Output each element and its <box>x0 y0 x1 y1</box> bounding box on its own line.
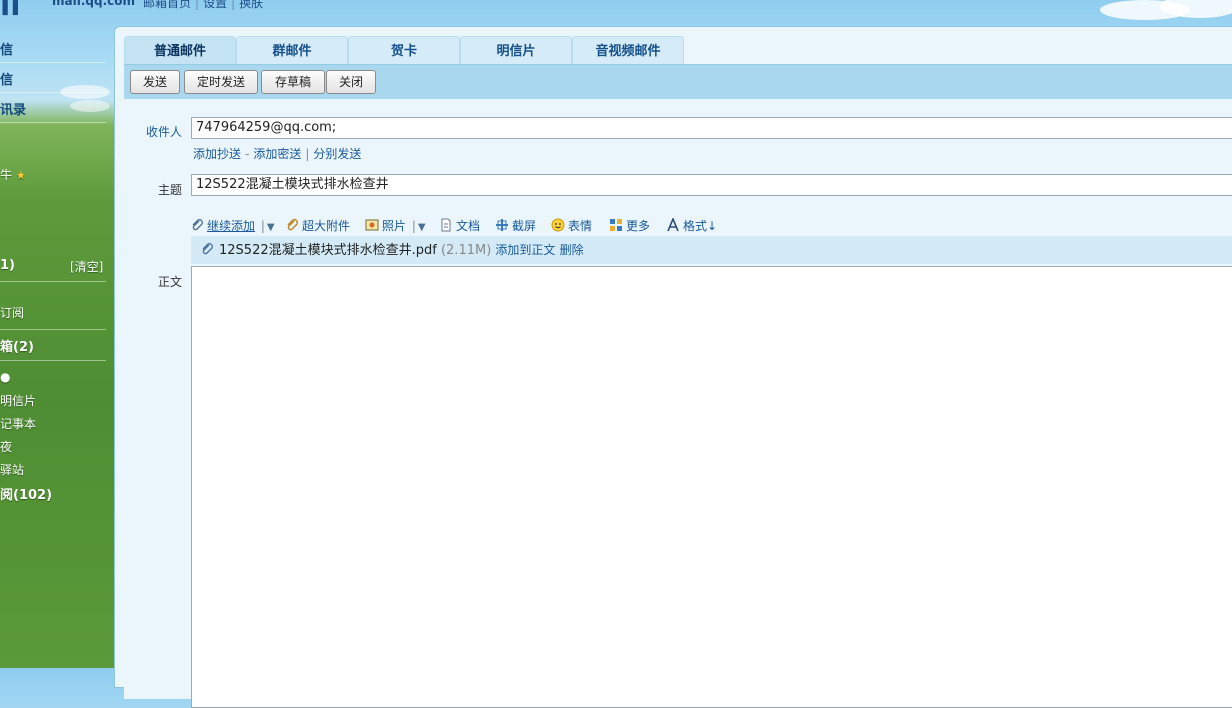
add-bcc-link[interactable]: 添加密送 <box>253 147 301 161</box>
app-logo[interactable]: il <box>0 0 21 23</box>
compose-toolbar: 发送 定时发送 存草稿 关闭 <box>124 64 1232 100</box>
document-button[interactable]: 文档 <box>439 217 480 234</box>
top-header: il mail.qq.com 邮箱首页 | 设置 | 换肤 <box>0 0 1232 24</box>
logo-url: mail.qq.com <box>52 0 135 8</box>
large-attach-button[interactable]: 超大附件 <box>285 217 350 234</box>
sidebar-item-night[interactable]: 夜 <box>0 438 12 455</box>
sidebar-item-starred[interactable]: 牛 ★ <box>0 166 26 183</box>
document-icon <box>439 218 453 232</box>
header-links: 邮箱首页 | 设置 | 换肤 <box>143 0 263 11</box>
compose-form: 收件人 747964259@qq.com; 添加抄送 - 添加密送 | 分别发送 主题 … <box>124 99 1232 708</box>
more-button[interactable]: 更多 <box>609 217 650 234</box>
to-input[interactable]: 747964259@qq.com; <box>191 117 1232 139</box>
sidebar-item-station[interactable]: 驿站 <box>0 461 24 478</box>
mailbox-home-link[interactable]: 邮箱首页 <box>143 0 191 10</box>
delete-attachment-link[interactable]: 删除 <box>560 243 584 257</box>
sidebar-app-dot: ● <box>0 370 11 384</box>
settings-link[interactable]: 设置 <box>203 0 227 10</box>
format-button[interactable]: 格式↓ <box>666 216 718 234</box>
subject-label: 主题 <box>157 183 182 197</box>
body-editor[interactable] <box>191 266 1232 708</box>
tab-group-mail[interactable]: 群邮件 <box>236 36 348 64</box>
chevron-down-icon[interactable]: ▼ <box>267 222 275 233</box>
photo-label: 照片 <box>382 219 407 233</box>
tab-postcard[interactable]: 明信片 <box>460 36 572 64</box>
photo-icon <box>365 218 379 232</box>
more-label: 更多 <box>626 219 651 233</box>
sidebar-item-folder2[interactable]: 箱(2) <box>0 336 34 355</box>
compose-panel: 普通邮件 群邮件 贺卡 明信片 音视频邮件 发送 定时发送 存草稿 关闭 收件人… <box>114 26 1232 708</box>
paperclip-icon <box>200 239 214 255</box>
attachment-filename: 12S522混凝土模块式排水检查井.pdf <box>219 243 437 258</box>
sidebar-item-subscribe[interactable]: 订阅 <box>0 304 24 321</box>
attachment-size: (2.11M) <box>440 243 492 258</box>
sidebar-divider <box>0 122 106 123</box>
large-paperclip-icon <box>285 218 299 232</box>
subject-input[interactable]: 12S522混凝土模块式排水检查井 <box>191 174 1232 196</box>
starred-label: 牛 <box>0 168 13 182</box>
to-label: 收件人 <box>145 125 182 139</box>
font-format-icon <box>666 216 680 232</box>
left-sidebar: 信 信 讯录 牛 ★ 1) [清空] 订阅 箱(2) ● 明信片 记事本 夜 驿… <box>0 30 110 668</box>
sidebar-item-inbox[interactable]: 信 <box>0 69 13 88</box>
sidebar-divider <box>0 360 106 361</box>
sidebar-item-contacts[interactable]: 讯录 <box>0 99 26 118</box>
recipient-links: 添加抄送 - 添加密送 | 分别发送 <box>193 147 362 161</box>
star-icon: ★ <box>15 169 26 182</box>
screenshot-label: 截屏 <box>512 219 537 233</box>
attached-file-row: 12S522混凝土模块式排水检查井.pdf (2.11M) 添加到正文 删除 <box>191 236 1232 264</box>
tab-normal-mail[interactable]: 普通邮件 <box>124 36 236 64</box>
large-attach-label: 超大附件 <box>302 219 351 233</box>
document-label: 文档 <box>456 219 481 233</box>
continue-add-button[interactable]: 继续添加 | ▼ <box>190 217 275 234</box>
schedule-send-button[interactable]: 定时发送 <box>184 70 258 94</box>
sidebar-item-write[interactable]: 信 <box>0 39 13 58</box>
chevron-down-icon[interactable]: ▼ <box>418 222 426 233</box>
save-draft-button[interactable]: 存草稿 <box>261 70 325 94</box>
screenshot-icon <box>495 218 509 232</box>
add-cc-link[interactable]: 添加抄送 <box>193 147 241 161</box>
emoji-label: 表情 <box>568 219 593 233</box>
sidebar-item-postcard[interactable]: 明信片 <box>0 392 36 409</box>
smiley-icon <box>551 218 565 232</box>
format-label: 格式↓ <box>683 219 718 233</box>
sidebar-divider <box>0 329 106 330</box>
paperclip-icon <box>190 218 204 232</box>
emoji-button[interactable]: 表情 <box>551 217 592 234</box>
tab-av-mail[interactable]: 音视频邮件 <box>572 36 684 64</box>
grid-icon <box>609 218 623 232</box>
tab-greeting-card[interactable]: 贺卡 <box>348 36 460 64</box>
sidebar-item-folder3[interactable]: 阅(102) <box>0 484 52 503</box>
send-button[interactable]: 发送 <box>130 70 180 94</box>
screenshot-button[interactable]: 截屏 <box>495 217 536 234</box>
sidebar-item-notebook[interactable]: 记事本 <box>0 415 36 432</box>
sidebar-divider <box>0 92 106 93</box>
body-label: 正文 <box>157 275 182 289</box>
continue-add-label: 继续添加 <box>207 219 256 233</box>
add-to-body-link[interactable]: 添加到正文 <box>495 243 555 257</box>
separate-send-link[interactable]: 分别发送 <box>313 147 361 161</box>
sidebar-divider <box>0 62 106 63</box>
skin-link[interactable]: 换肤 <box>239 0 263 10</box>
photo-button[interactable]: 照片 | ▼ <box>365 217 426 234</box>
sidebar-item-folder-count[interactable]: 1) <box>0 258 15 273</box>
close-button[interactable]: 关闭 <box>326 70 376 94</box>
sidebar-divider <box>0 281 106 282</box>
clear-link[interactable]: [清空] <box>70 258 103 275</box>
